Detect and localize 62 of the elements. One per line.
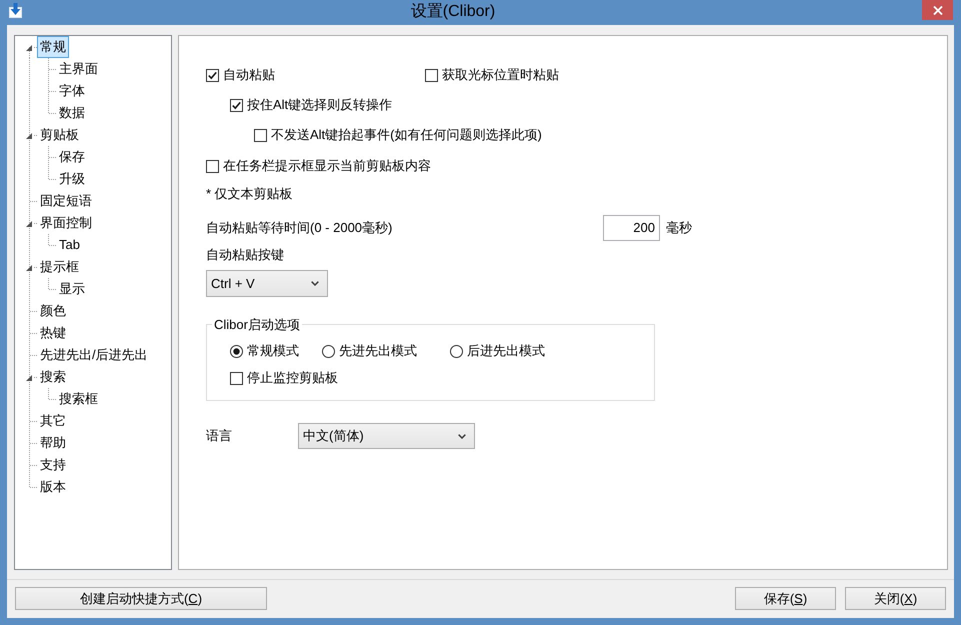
close-icon <box>932 6 942 14</box>
checkbox[interactable] <box>206 160 219 172</box>
create-shortcut-button[interactable]: 创建启动快捷方式(C) <box>15 587 267 610</box>
tree-item[interactable]: 常规 <box>37 36 69 58</box>
triangle-icon[interactable] <box>26 221 32 227</box>
tree-item[interactable]: 颜色 <box>37 300 69 322</box>
tree-item[interactable]: 版本 <box>37 476 69 498</box>
number-field[interactable]: 200 <box>603 215 660 241</box>
chevron-down-icon <box>311 281 319 286</box>
tree-item[interactable]: 支持 <box>37 454 69 476</box>
note-text: * 仅文本剪贴板 <box>206 185 293 203</box>
tree-item[interactable]: 剪贴板 <box>37 124 82 146</box>
tree-item[interactable]: 升级 <box>56 168 88 190</box>
checkbox[interactable] <box>230 372 243 384</box>
chevron-down-icon <box>458 434 466 438</box>
radio-label[interactable]: 后进先出模式 <box>467 341 545 361</box>
radio-button[interactable] <box>322 344 335 358</box>
radio-button[interactable] <box>450 344 463 358</box>
radio-label[interactable]: 先进先出模式 <box>339 341 417 361</box>
radio-button[interactable] <box>230 344 243 358</box>
field-label: 自动粘贴按键 <box>206 246 284 264</box>
language-dropdown[interactable]: 中文(简体) <box>298 423 475 449</box>
field-label: 语言 <box>206 427 233 445</box>
checkbox-label[interactable]: 自动粘贴 <box>223 65 275 85</box>
tree-item[interactable]: 界面控制 <box>37 212 95 234</box>
radio-label[interactable]: 常规模式 <box>247 341 299 361</box>
tree-item[interactable]: Tab <box>56 234 83 256</box>
close-button[interactable]: 关闭(X) <box>845 587 946 610</box>
unit-label: 毫秒 <box>666 219 692 237</box>
triangle-icon[interactable] <box>26 133 32 139</box>
group-box-title: Clibor启动选项 <box>213 316 301 333</box>
tree-item[interactable]: 保存 <box>56 146 88 168</box>
triangle-icon[interactable] <box>26 265 32 271</box>
tree-item[interactable]: 帮助 <box>37 432 69 454</box>
triangle-icon[interactable] <box>26 45 32 51</box>
window-close-button[interactable] <box>922 0 953 20</box>
checkbox-label[interactable]: 停止监控剪贴板 <box>247 368 338 388</box>
tree-item[interactable]: 主界面 <box>56 58 101 80</box>
field-label: 自动粘贴等待时间(0 - 2000毫秒) <box>206 219 394 237</box>
tree-item[interactable]: 数据 <box>56 102 88 124</box>
window-title: 设置(Clibor) <box>410 2 496 22</box>
down-arrow-icon <box>9 3 22 18</box>
tree-item[interactable]: 固定短语 <box>37 190 95 212</box>
save-button[interactable]: 保存(S) <box>735 587 836 610</box>
checkbox[interactable] <box>230 98 243 112</box>
checkbox[interactable] <box>425 68 438 82</box>
tree-item[interactable]: 显示 <box>56 278 88 300</box>
checkbox-label[interactable]: 在任务栏提示框显示当前剪贴板内容 <box>223 156 431 176</box>
tree-item[interactable]: 热键 <box>37 322 69 344</box>
tree-item[interactable]: 搜索 <box>37 366 69 388</box>
tree-item[interactable]: 字体 <box>56 80 88 102</box>
checkbox-label[interactable]: 按住Alt键选择则反转操作 <box>247 95 392 115</box>
checkbox[interactable] <box>254 128 267 142</box>
tree-item[interactable]: 搜索框 <box>56 388 101 410</box>
checkbox-label[interactable]: 获取光标位置时粘贴 <box>442 65 559 85</box>
tree-item[interactable]: 先进先出/后进先出 <box>37 344 151 366</box>
tree-item[interactable]: 其它 <box>37 410 69 432</box>
checkbox-label[interactable]: 不发送Alt键抬起事件(如有任何问题则选择此项) <box>271 125 542 145</box>
hotkey-dropdown[interactable]: Ctrl + V <box>206 270 328 297</box>
triangle-icon[interactable] <box>26 375 32 381</box>
checkbox[interactable] <box>206 68 219 82</box>
tree-item[interactable]: 提示框 <box>37 256 82 278</box>
